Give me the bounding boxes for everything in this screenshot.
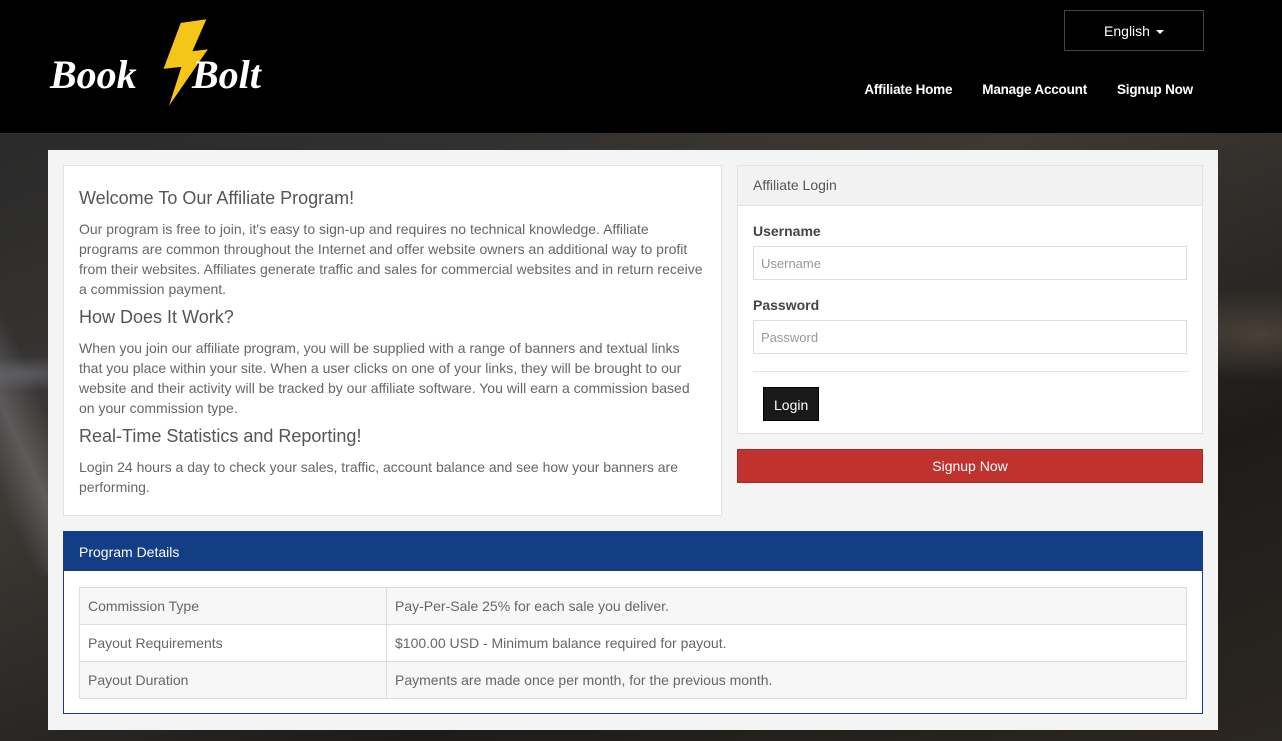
main-container: Welcome To Our Affiliate Program! Our pr… bbox=[48, 150, 1218, 730]
caret-down-icon bbox=[1155, 29, 1164, 34]
logo-text-right: Bolt bbox=[191, 52, 263, 97]
nav-affiliate-home[interactable]: Affiliate Home bbox=[864, 82, 952, 97]
how-it-works-heading: How Does It Work? bbox=[79, 307, 234, 327]
welcome-heading: Welcome To Our Affiliate Program! bbox=[79, 188, 355, 208]
bookbolt-logo[interactable]: Book Bolt bbox=[48, 18, 288, 114]
site-header: Book Bolt English Affiliate Home Manage … bbox=[0, 0, 1282, 134]
username-label: Username bbox=[753, 223, 821, 239]
table-row: Commission Type Pay-Per-Sale 25% for eac… bbox=[79, 587, 1187, 625]
language-dropdown[interactable]: English bbox=[1064, 10, 1204, 51]
statistics-paragraph: Login 24 hours a day to check your sales… bbox=[79, 459, 678, 495]
welcome-panel: Welcome To Our Affiliate Program! Our pr… bbox=[63, 165, 722, 516]
table-row: Payout Duration Payments are made once p… bbox=[79, 661, 1187, 699]
table-cell-value: Payments are made once per month, for th… bbox=[386, 661, 1187, 699]
table-cell-label: Payout Requirements bbox=[79, 624, 387, 662]
nav-manage-account[interactable]: Manage Account bbox=[982, 82, 1087, 97]
logo-graphic: Book Bolt bbox=[49, 18, 263, 113]
login-form: Username Password Login bbox=[738, 206, 1202, 421]
program-details-title: Program Details bbox=[64, 532, 1202, 571]
table-cell-value: $100.00 USD - Minimum balance required f… bbox=[386, 624, 1187, 662]
password-label: Password bbox=[753, 297, 820, 313]
welcome-paragraph: Our program is free to join, it's easy t… bbox=[79, 221, 703, 297]
login-divider bbox=[753, 371, 1189, 372]
table-cell-label: Commission Type bbox=[79, 587, 387, 625]
login-panel-title: Affiliate Login bbox=[738, 166, 1202, 206]
logo-text-left: Book bbox=[49, 52, 137, 97]
nav-signup-now[interactable]: Signup Now bbox=[1117, 82, 1193, 97]
program-details-table: Commission Type Pay-Per-Sale 25% for eac… bbox=[79, 587, 1187, 699]
statistics-heading: Real-Time Statistics and Reporting! bbox=[79, 426, 362, 446]
main-nav: Affiliate Home Manage Account Signup Now bbox=[864, 82, 1193, 97]
language-label: English bbox=[1104, 22, 1150, 39]
username-input[interactable] bbox=[753, 246, 1187, 280]
table-cell-value: Pay-Per-Sale 25% for each sale you deliv… bbox=[386, 587, 1187, 625]
login-button[interactable]: Login bbox=[763, 387, 820, 421]
password-input[interactable] bbox=[753, 320, 1187, 354]
affiliate-login-panel: Affiliate Login Username Password Login bbox=[737, 165, 1203, 434]
table-row: Payout Requirements $100.00 USD - Minimu… bbox=[79, 624, 1187, 662]
program-details-panel: Program Details Commission Type Pay-Per-… bbox=[63, 531, 1203, 714]
signup-now-button[interactable]: Signup Now bbox=[737, 449, 1203, 483]
table-cell-label: Payout Duration bbox=[79, 661, 387, 699]
how-it-works-paragraph: When you join our affiliate program, you… bbox=[79, 340, 690, 416]
